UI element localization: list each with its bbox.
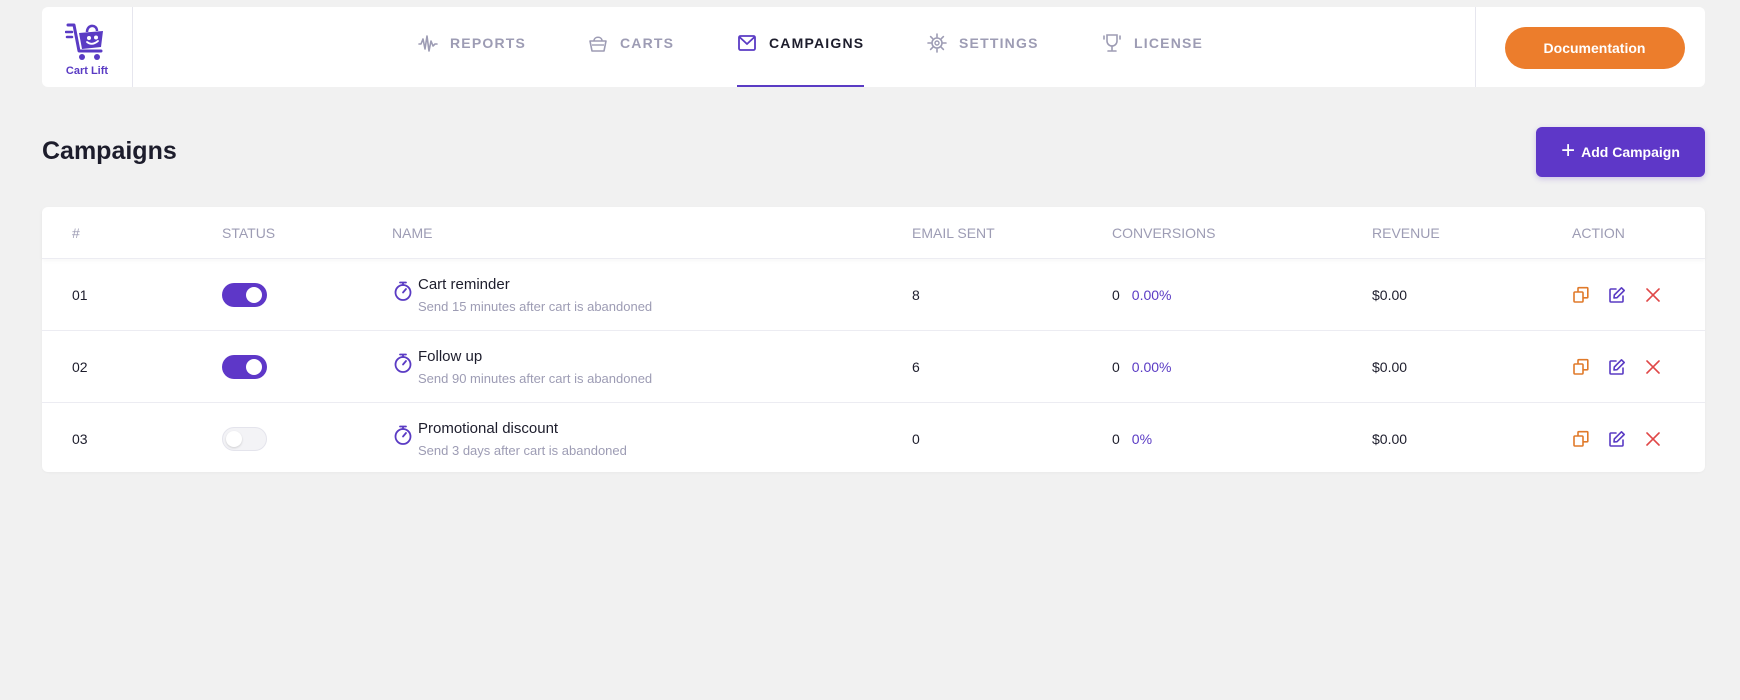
table-row-01: 01 Cart reminder Send 15 minutes after c… <box>42 259 1705 331</box>
delete-icon[interactable] <box>1644 358 1662 376</box>
page-title: Campaigns <box>42 137 177 165</box>
plus-icon: + <box>1561 137 1576 164</box>
name-text: Follow up Send 90 minutes after cart is … <box>418 348 652 386</box>
column-header-action: ACTION <box>1572 225 1625 241</box>
actions-cell <box>1572 259 1680 331</box>
gear-icon <box>927 33 947 53</box>
name-wrap: Cart reminder Send 15 minutes after cart… <box>392 276 652 314</box>
nav-label: LICENSE <box>1134 35 1204 51</box>
conversion-rate: 0.00% <box>1131 359 1172 375</box>
main-nav: REPORTS CARTS CAMPAIGNS SETTINGS LICENSE <box>133 7 1475 87</box>
nav-tab-settings[interactable]: SETTINGS <box>927 7 1039 87</box>
logo[interactable]: Cart Lift <box>42 7 133 87</box>
name-wrap: Promotional discount Send 3 days after c… <box>392 420 627 458</box>
name-wrap: Follow up Send 90 minutes after cart is … <box>392 348 652 386</box>
duplicate-icon[interactable] <box>1572 358 1590 376</box>
revenue: $0.00 <box>1372 287 1408 303</box>
actions-cell <box>1572 331 1680 403</box>
waveform-icon <box>418 35 438 52</box>
column-header-revenue: REVENUE <box>1372 225 1440 241</box>
campaign-description: Send 15 minutes after cart is abandoned <box>418 299 653 314</box>
edit-icon[interactable] <box>1608 430 1626 448</box>
stopwatch-icon <box>394 425 412 445</box>
stopwatch-icon <box>394 281 412 301</box>
nav-label: CAMPAIGNS <box>769 35 865 51</box>
nav-tab-reports[interactable]: REPORTS <box>418 7 526 87</box>
campaign-name[interactable]: Cart reminder <box>418 276 652 293</box>
top-header: Cart Lift REPORTS CARTS CAMPAIGNS SETTIN… <box>42 7 1705 87</box>
documentation-button[interactable]: Documentation <box>1504 27 1685 69</box>
table-row-03: 03 Promotional discount Send 3 days afte… <box>42 403 1705 475</box>
toggle-knob <box>246 359 262 375</box>
table-body: 01 Cart reminder Send 15 minutes after c… <box>42 259 1705 475</box>
actions-cell <box>1572 403 1680 475</box>
campaigns-table: # STATUS NAME EMAIL SENT CONVERSIONS REV… <box>42 207 1705 472</box>
conversions-cell: 0 0.00% <box>1112 331 1172 403</box>
nav-tab-license[interactable]: LICENSE <box>1102 7 1203 87</box>
conversion-rate: 0% <box>1131 431 1153 447</box>
revenue: $0.00 <box>1372 359 1408 375</box>
name-text: Cart reminder Send 15 minutes after cart… <box>418 276 652 314</box>
conversions-cell: 0 0% <box>1112 403 1152 475</box>
column-header-email-sent: EMAIL SENT <box>912 225 995 241</box>
nav-label: SETTINGS <box>959 35 1039 51</box>
conversions-cell: 0 0.00% <box>1112 259 1172 331</box>
table-header: # STATUS NAME EMAIL SENT CONVERSIONS REV… <box>42 207 1705 259</box>
name-cell: Follow up Send 90 minutes after cart is … <box>392 331 652 403</box>
conversions-count: 0 <box>1112 431 1120 447</box>
edit-icon[interactable] <box>1608 286 1626 304</box>
conversions-count: 0 <box>1112 359 1120 375</box>
name-cell: Promotional discount Send 3 days after c… <box>392 403 627 475</box>
campaign-description: Send 90 minutes after cart is abandoned <box>418 371 653 386</box>
conversion-rate: 0.00% <box>1131 287 1172 303</box>
campaign-name[interactable]: Follow up <box>418 348 652 365</box>
table-row-02: 02 Follow up Send 90 minutes after cart … <box>42 331 1705 403</box>
row-number: 02 <box>72 359 88 375</box>
row-number: 01 <box>72 287 88 303</box>
status-cell <box>222 403 267 475</box>
edit-icon[interactable] <box>1608 358 1626 376</box>
conversions-count: 0 <box>1112 287 1120 303</box>
nav-label: CARTS <box>620 35 675 51</box>
status-toggle[interactable] <box>222 355 267 379</box>
add-campaign-button[interactable]: + Add Campaign <box>1536 127 1705 177</box>
name-text: Promotional discount Send 3 days after c… <box>418 420 627 458</box>
status-cell <box>222 331 267 403</box>
nav-label: REPORTS <box>450 35 527 51</box>
toggle-knob <box>246 287 262 303</box>
delete-icon[interactable] <box>1644 430 1662 448</box>
envelope-icon <box>738 35 756 51</box>
cart-lift-logo-icon <box>65 23 103 60</box>
duplicate-icon[interactable] <box>1572 286 1590 304</box>
nav-tab-campaigns[interactable]: CAMPAIGNS <box>737 7 865 87</box>
email-sent: 0 <box>912 431 920 447</box>
email-sent: 6 <box>912 359 920 375</box>
campaign-name[interactable]: Promotional discount <box>418 420 627 437</box>
row-number: 03 <box>72 431 88 447</box>
status-toggle[interactable] <box>222 283 267 307</box>
toggle-knob <box>226 431 242 447</box>
stopwatch-icon <box>394 353 412 373</box>
column-header-number: # <box>72 225 80 241</box>
name-cell: Cart reminder Send 15 minutes after cart… <box>392 259 652 331</box>
revenue: $0.00 <box>1372 431 1408 447</box>
column-header-name: NAME <box>392 225 433 241</box>
email-sent: 8 <box>912 287 920 303</box>
header-actions: Documentation <box>1475 7 1705 87</box>
trophy-icon <box>1103 34 1121 52</box>
status-toggle[interactable] <box>222 427 267 451</box>
campaign-description: Send 3 days after cart is abandoned <box>418 443 627 458</box>
basket-icon <box>589 36 607 52</box>
duplicate-icon[interactable] <box>1572 430 1590 448</box>
logo-text: Cart Lift <box>65 65 109 77</box>
delete-icon[interactable] <box>1644 286 1662 304</box>
column-header-status: STATUS <box>222 225 276 241</box>
column-header-conversions: CONVERSIONS <box>1112 225 1216 241</box>
nav-tab-carts[interactable]: CARTS <box>588 7 674 87</box>
add-campaign-label: Add Campaign <box>1581 144 1680 160</box>
status-cell <box>222 259 267 331</box>
